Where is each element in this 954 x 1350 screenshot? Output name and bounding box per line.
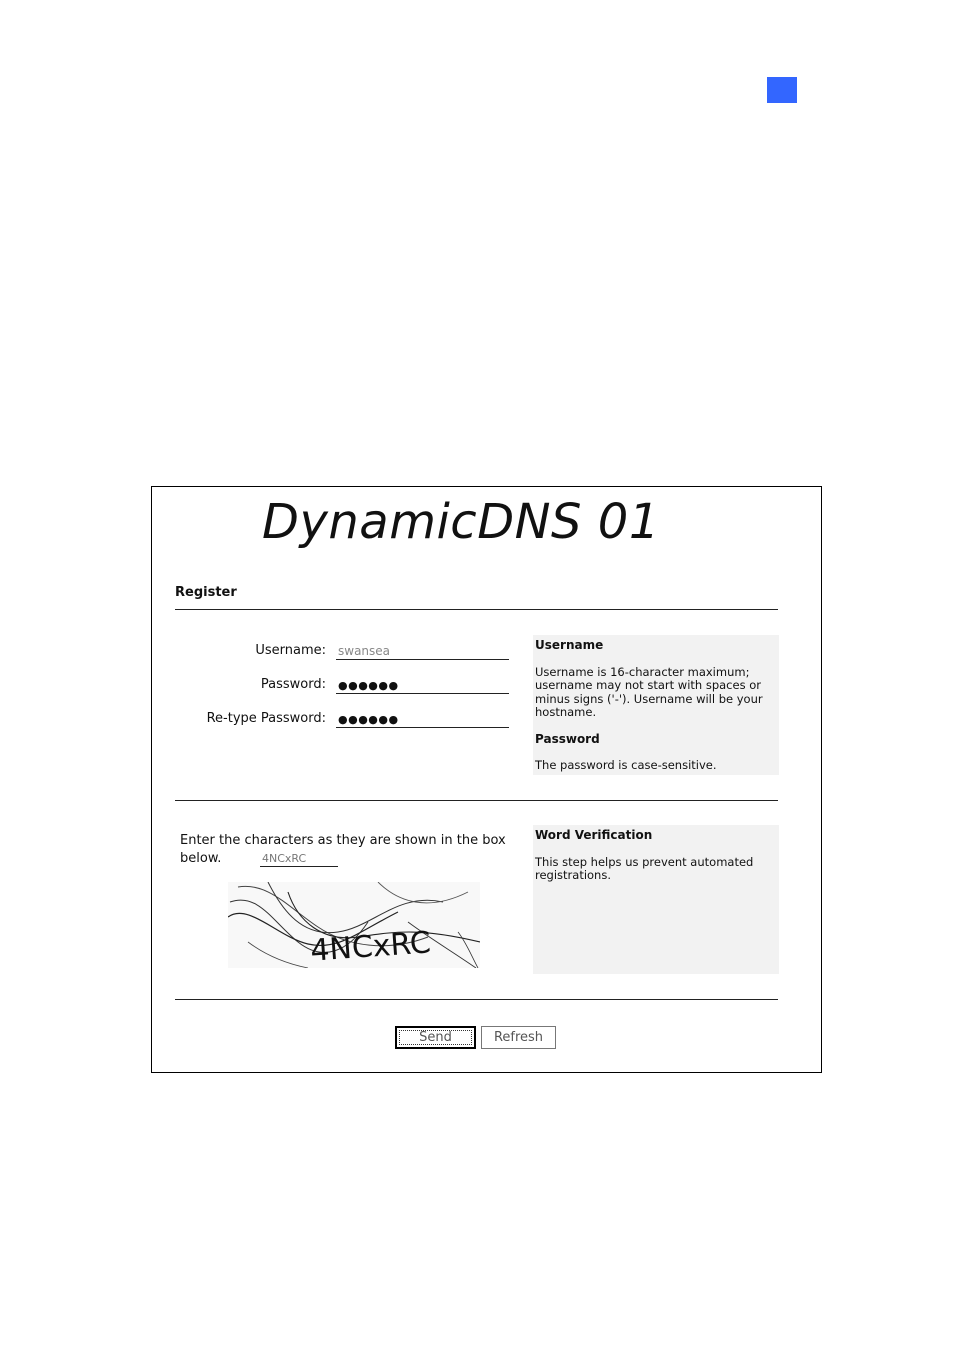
page-marker	[767, 77, 797, 103]
captcha-text: 4NCxRC	[309, 925, 432, 968]
account-help-panel: Username Username is 16-character maximu…	[533, 635, 779, 775]
verification-help-heading: Word Verification	[535, 828, 653, 842]
password-help-heading: Password	[535, 731, 600, 746]
verification-prompt: Enter the characters as they are shown i…	[180, 833, 506, 866]
username-help-text: Username is 16-character maximum; userna…	[535, 664, 763, 719]
retype-password-input[interactable]: ●●●●●●	[336, 711, 509, 728]
verification-help-panel: Word Verification This step helps us pre…	[533, 825, 779, 974]
verification-code-input[interactable]: 4NCxRC	[260, 851, 338, 867]
username-help-heading: Username	[535, 638, 604, 652]
dynamicdns-logo: DynamicDNS 01	[262, 494, 660, 550]
divider-middle	[175, 800, 778, 801]
divider-bottom	[175, 999, 778, 1000]
refresh-button[interactable]: Refresh	[481, 1026, 556, 1049]
send-button[interactable]: Send	[395, 1026, 476, 1049]
password-help-text: The password is case-sensitive.	[535, 758, 717, 772]
registration-window	[151, 486, 822, 1073]
username-input[interactable]: swansea	[336, 643, 509, 660]
retype-password-label: Re-type Password:	[206, 711, 326, 726]
verification-help-text: This step helps us prevent automated reg…	[535, 854, 754, 882]
password-label: Password:	[260, 677, 326, 692]
username-label: Username:	[255, 643, 326, 658]
captcha-image: 4NCxRC	[227, 881, 481, 969]
divider-top	[175, 609, 778, 610]
password-input[interactable]: ●●●●●●	[336, 677, 509, 694]
register-heading: Register	[175, 585, 237, 600]
